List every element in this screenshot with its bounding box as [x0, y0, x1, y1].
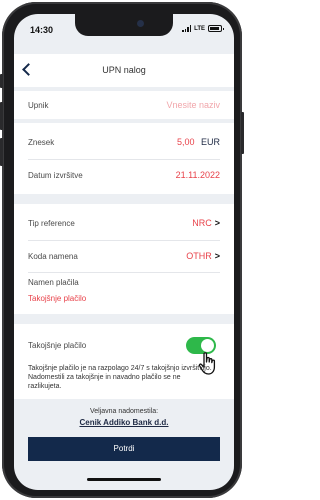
znesek-label: Znesek — [28, 138, 55, 147]
reference-card: Tip reference NRC > Koda namena OTHR > Nam… — [14, 204, 234, 314]
tip-reference-label: Tip reference — [28, 219, 75, 228]
instant-payment-card: Takojšnje plačilo Takojšnje plačilo je n… — [14, 324, 234, 399]
tip-reference-value: NRC — [192, 218, 212, 228]
znesek-field[interactable]: 5,00 EUR — [177, 137, 220, 147]
instant-label: Takojšnje plačilo — [28, 341, 87, 350]
signal-icon — [182, 25, 192, 32]
koda-namena-label: Koda namena — [28, 252, 78, 261]
confirm-button[interactable]: Potrdi — [28, 437, 220, 461]
tip-reference-select[interactable]: NRC > — [192, 218, 220, 228]
datum-value[interactable]: 21.11.2022 — [176, 170, 220, 180]
amount-date-card: Znesek 5,00 EUR Datum izvršitve 21.11.20… — [14, 123, 234, 194]
mute-switch — [0, 74, 3, 88]
power-button — [241, 112, 244, 154]
koda-namena-value: OTHR — [186, 251, 212, 261]
upnik-label: Upnik — [28, 101, 49, 110]
chevron-right-icon: > — [214, 251, 220, 261]
divider — [28, 159, 220, 160]
fees-link[interactable]: Cenik Addiko Bank d.d. — [14, 418, 234, 427]
koda-namena-select[interactable]: OTHR > — [186, 251, 220, 261]
home-indicator — [87, 478, 161, 481]
battery-icon — [208, 25, 224, 32]
phone-frame: 14:30 LTE UPN nalog Upnik Vnesite naziv … — [0, 2, 244, 498]
network-label: LTE — [194, 25, 205, 32]
znesek-amount: 5,00 — [176, 137, 195, 147]
upnik-input[interactable]: Vnesite naziv — [166, 100, 220, 110]
namen-label: Namen plačila — [28, 278, 79, 287]
znesek-currency: EUR — [200, 137, 220, 147]
chevron-right-icon: > — [214, 218, 220, 228]
volume-down-button — [0, 138, 3, 166]
status-time: 14:30 — [30, 25, 54, 35]
upnik-row[interactable]: Upnik Vnesite naziv — [14, 91, 234, 119]
camera-icon — [137, 20, 144, 27]
notch — [75, 14, 173, 36]
divider — [28, 272, 220, 273]
instant-info: Takojšnje plačilo je na razpolago 24/7 s… — [28, 365, 212, 390]
datum-label: Datum izvršitve — [28, 171, 83, 180]
screen: 14:30 LTE UPN nalog Upnik Vnesite naziv … — [14, 14, 234, 490]
volume-up-button — [0, 102, 3, 130]
divider — [28, 240, 220, 241]
status-indicators: LTE — [182, 25, 224, 32]
namen-input[interactable]: Takojšnje plačilo — [28, 294, 86, 303]
page-title: UPN nalog — [102, 65, 146, 75]
nav-bar: UPN nalog — [14, 54, 234, 87]
fees-label: Veljavna nadomestila: — [89, 408, 159, 415]
